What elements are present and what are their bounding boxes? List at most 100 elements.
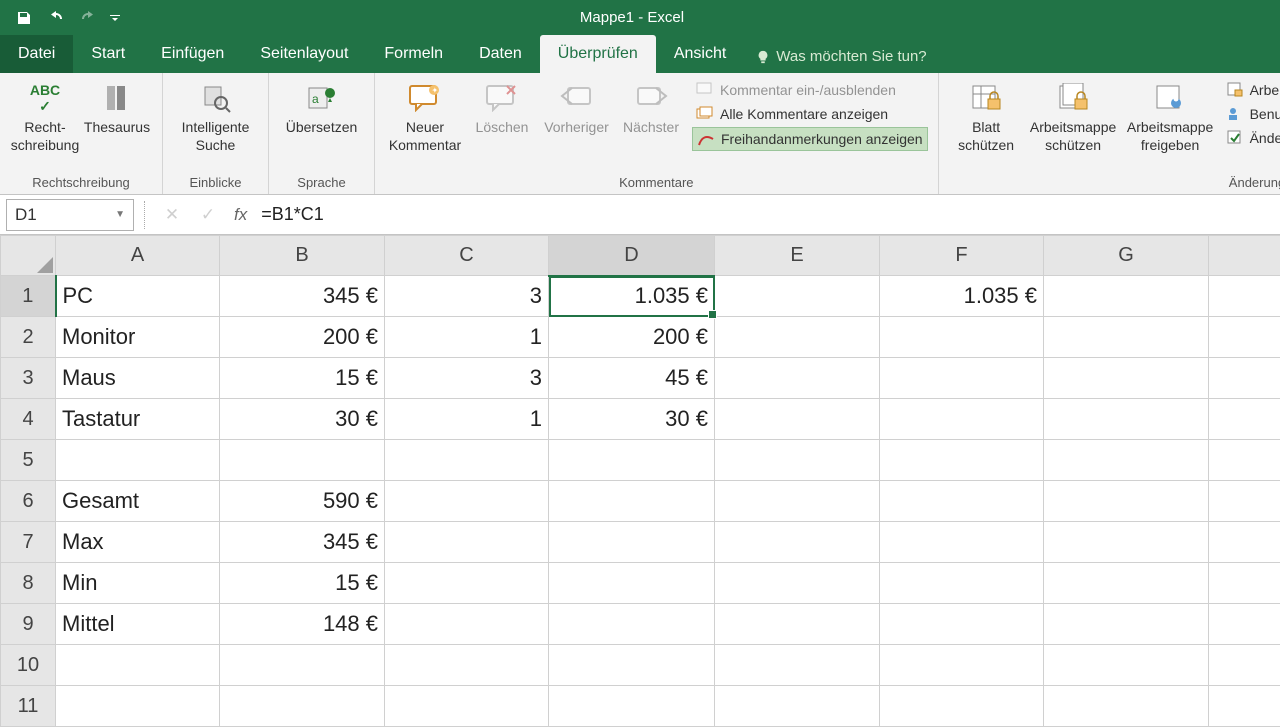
select-all-corner[interactable] bbox=[1, 236, 56, 276]
col-header-F[interactable]: F bbox=[880, 236, 1044, 276]
cell-C2[interactable]: 1 bbox=[385, 317, 549, 358]
thesaurus-button[interactable]: Thesaurus bbox=[82, 77, 152, 139]
row-header-7[interactable]: 7 bbox=[1, 522, 56, 563]
cell-G9[interactable] bbox=[1044, 604, 1209, 645]
cell-G10[interactable] bbox=[1044, 645, 1209, 686]
show-all-comments-button[interactable]: Alle Kommentare anzeigen bbox=[692, 103, 928, 125]
cell-D4[interactable]: 30 € bbox=[549, 399, 715, 440]
cell-C11[interactable] bbox=[385, 686, 549, 727]
cell-B10[interactable] bbox=[220, 645, 385, 686]
tab-view[interactable]: Ansicht bbox=[656, 35, 744, 73]
cell-C4[interactable]: 1 bbox=[385, 399, 549, 440]
enter-formula-button[interactable]: ✓ bbox=[190, 201, 226, 229]
cell-B4[interactable]: 30 € bbox=[220, 399, 385, 440]
cell-G7[interactable] bbox=[1044, 522, 1209, 563]
cell-A11[interactable] bbox=[56, 686, 220, 727]
share-workbook-button[interactable]: Arbeitsmappe freigeben bbox=[1123, 77, 1218, 156]
row-header-9[interactable]: 9 bbox=[1, 604, 56, 645]
tab-file[interactable]: Datei bbox=[0, 35, 73, 73]
cell-D5[interactable] bbox=[549, 440, 715, 481]
cell-G4[interactable] bbox=[1044, 399, 1209, 440]
cell-D10[interactable] bbox=[549, 645, 715, 686]
tab-formulas[interactable]: Formeln bbox=[366, 35, 461, 73]
cell-G11[interactable] bbox=[1044, 686, 1209, 727]
cell-B2[interactable]: 200 € bbox=[220, 317, 385, 358]
cell-E2[interactable] bbox=[715, 317, 880, 358]
cell-H4[interactable] bbox=[1209, 399, 1280, 440]
cell-F4[interactable] bbox=[880, 399, 1044, 440]
cell-B9[interactable]: 148 € bbox=[220, 604, 385, 645]
cell-B6[interactable]: 590 € bbox=[220, 481, 385, 522]
row-header-6[interactable]: 6 bbox=[1, 481, 56, 522]
cell-H9[interactable] bbox=[1209, 604, 1280, 645]
cell-D8[interactable] bbox=[549, 563, 715, 604]
tab-home[interactable]: Start bbox=[73, 35, 143, 73]
prev-comment-button[interactable]: Vorheriger bbox=[539, 77, 614, 139]
protect-sheet-button[interactable]: Blatt schützen bbox=[949, 77, 1024, 156]
cell-D6[interactable] bbox=[549, 481, 715, 522]
cell-F7[interactable] bbox=[880, 522, 1044, 563]
cell-C3[interactable]: 3 bbox=[385, 358, 549, 399]
cell-E11[interactable] bbox=[715, 686, 880, 727]
cell-D7[interactable] bbox=[549, 522, 715, 563]
cell-F1[interactable]: 1.035 € bbox=[880, 276, 1044, 317]
row-header-2[interactable]: 2 bbox=[1, 317, 56, 358]
cell-D9[interactable] bbox=[549, 604, 715, 645]
col-header-D[interactable]: D bbox=[549, 236, 715, 276]
cell-C8[interactable] bbox=[385, 563, 549, 604]
cell-E3[interactable] bbox=[715, 358, 880, 399]
cell-G3[interactable] bbox=[1044, 358, 1209, 399]
cell-H11[interactable] bbox=[1209, 686, 1280, 727]
cell-A1[interactable]: PC bbox=[56, 276, 220, 317]
cell-C1[interactable]: 3 bbox=[385, 276, 549, 317]
cell-B11[interactable] bbox=[220, 686, 385, 727]
col-header-B[interactable]: B bbox=[220, 236, 385, 276]
smart-lookup-button[interactable]: Intelligente Suche bbox=[173, 77, 258, 156]
translate-button[interactable]: a Übersetzen bbox=[279, 77, 364, 139]
row-header-10[interactable]: 10 bbox=[1, 645, 56, 686]
cancel-formula-button[interactable]: ✕ bbox=[154, 201, 190, 229]
row-header-8[interactable]: 8 bbox=[1, 563, 56, 604]
track-changes-button[interactable]: Änderu bbox=[1222, 127, 1280, 149]
protect-share-button[interactable]: Arbeitsm bbox=[1222, 79, 1280, 101]
cell-A4[interactable]: Tastatur bbox=[56, 399, 220, 440]
cell-C6[interactable] bbox=[385, 481, 549, 522]
cell-H2[interactable] bbox=[1209, 317, 1280, 358]
cell-C9[interactable] bbox=[385, 604, 549, 645]
col-header-C[interactable]: C bbox=[385, 236, 549, 276]
cell-F2[interactable] bbox=[880, 317, 1044, 358]
col-header-A[interactable]: A bbox=[56, 236, 220, 276]
undo-button[interactable] bbox=[42, 4, 70, 32]
row-header-11[interactable]: 11 bbox=[1, 686, 56, 727]
show-ink-button[interactable]: Freihandanmerkungen anzeigen bbox=[692, 127, 928, 151]
cell-E5[interactable] bbox=[715, 440, 880, 481]
allow-users-button[interactable]: Benutzer bbox=[1222, 103, 1280, 125]
row-header-3[interactable]: 3 bbox=[1, 358, 56, 399]
cell-D1[interactable]: 1.035 € bbox=[549, 276, 715, 317]
cell-B8[interactable]: 15 € bbox=[220, 563, 385, 604]
name-box[interactable]: D1 ▼ bbox=[6, 199, 134, 231]
toggle-comment-button[interactable]: Kommentar ein-/ausblenden bbox=[692, 79, 928, 101]
qat-customize-button[interactable] bbox=[106, 4, 124, 32]
cell-A6[interactable]: Gesamt bbox=[56, 481, 220, 522]
row-header-5[interactable]: 5 bbox=[1, 440, 56, 481]
cell-G8[interactable] bbox=[1044, 563, 1209, 604]
cell-G5[interactable] bbox=[1044, 440, 1209, 481]
cell-E7[interactable] bbox=[715, 522, 880, 563]
cell-H3[interactable] bbox=[1209, 358, 1280, 399]
cell-F9[interactable] bbox=[880, 604, 1044, 645]
tab-insert[interactable]: Einfügen bbox=[143, 35, 242, 73]
cell-A2[interactable]: Monitor bbox=[56, 317, 220, 358]
cell-E9[interactable] bbox=[715, 604, 880, 645]
col-header-G[interactable]: G bbox=[1044, 236, 1209, 276]
formula-input[interactable]: =B1*C1 bbox=[255, 204, 1280, 225]
tab-review[interactable]: Überprüfen bbox=[540, 35, 656, 73]
cell-H1[interactable] bbox=[1209, 276, 1280, 317]
save-button[interactable] bbox=[10, 4, 38, 32]
next-comment-button[interactable]: Nächster bbox=[616, 77, 686, 139]
cell-B1[interactable]: 345 € bbox=[220, 276, 385, 317]
cell-A10[interactable] bbox=[56, 645, 220, 686]
spelling-button[interactable]: ABC✓ Recht- schreibung bbox=[10, 77, 80, 156]
redo-button[interactable] bbox=[74, 4, 102, 32]
cell-G2[interactable] bbox=[1044, 317, 1209, 358]
